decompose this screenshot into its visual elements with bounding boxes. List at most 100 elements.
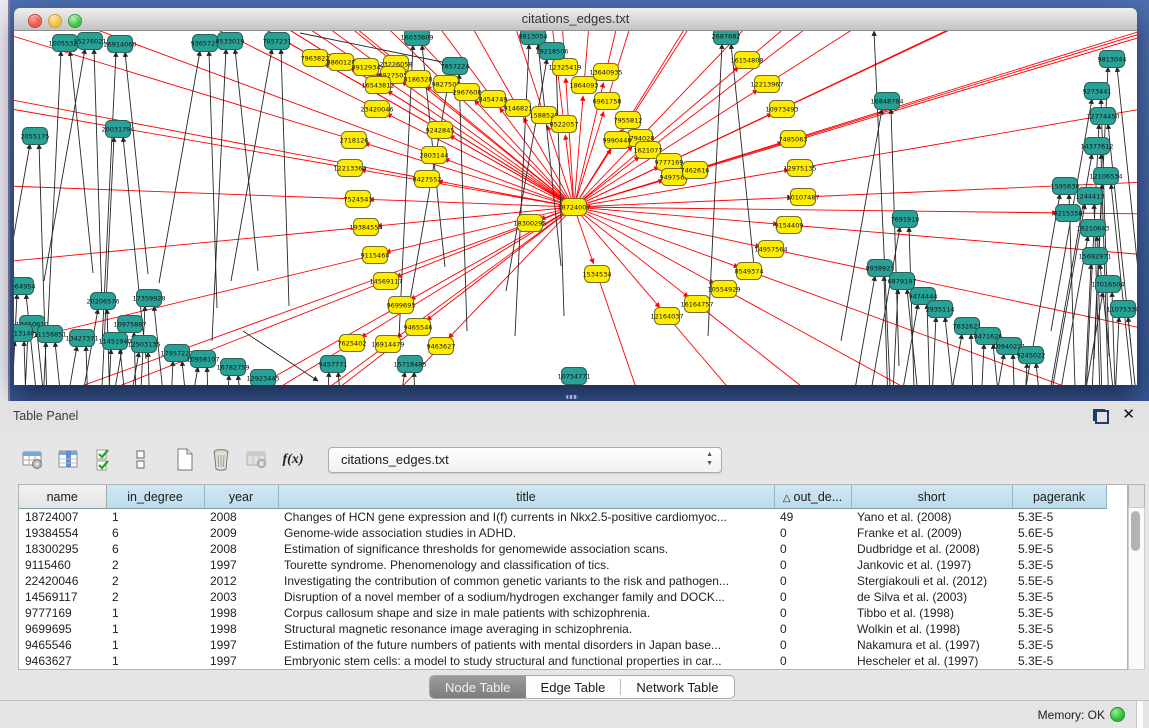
graph-node-cited[interactable]: 8522057 <box>550 116 579 133</box>
window-titlebar[interactable]: citations_edges.txt <box>14 8 1137 31</box>
graph-node[interactable]: 17359928 <box>132 290 165 307</box>
graph-node-cited[interactable]: 1864093 <box>570 77 599 94</box>
create-column-icon[interactable] <box>170 446 200 474</box>
graph-node[interactable]: 12106534 <box>1089 168 1122 185</box>
graph-node[interactable]: 16210643 <box>1076 220 1109 237</box>
graph-node-cited[interactable]: 7524541 <box>344 191 373 208</box>
graph-node[interactable]: 16848784 <box>870 93 903 110</box>
graph-node-cited[interactable]: 16543812 <box>361 77 394 94</box>
graph-node-cited[interactable]: 12325419 <box>548 59 581 76</box>
tab-edge-table[interactable]: Edge Table <box>526 676 621 698</box>
graph-node-cited[interactable]: 8549374 <box>735 263 764 280</box>
graph-node[interactable]: 7857224 <box>441 58 470 75</box>
graph-node-cited[interactable]: 8912934 <box>352 59 381 76</box>
scrollbar-thumb[interactable] <box>1131 511 1140 551</box>
graph-node-cited[interactable]: 12213364 <box>333 160 366 177</box>
graph-node[interactable]: 11075330 <box>1106 301 1137 318</box>
delete-table-icon[interactable] <box>242 446 272 474</box>
graph-node-cited[interactable]: 19384554 <box>349 219 382 236</box>
graph-node-hub[interactable]: 18724007 <box>557 199 590 216</box>
graph-node[interactable]: 8215358 <box>1054 205 1083 222</box>
graph-node-cited[interactable]: 9463627 <box>427 338 456 355</box>
graph-node-cited[interactable]: 16154808 <box>730 52 763 69</box>
graph-node-cited[interactable]: 9990448 <box>603 132 632 149</box>
graph-node-cited[interactable]: 2803144 <box>420 147 449 164</box>
graph-node-cited[interactable]: 13640935 <box>589 64 622 81</box>
close-panel-icon[interactable]: ✕ <box>1122 406 1135 424</box>
graph-node-cited[interactable]: 12213967 <box>750 76 783 93</box>
graph-node-cited[interactable]: 14569117 <box>369 273 402 290</box>
graph-node[interactable]: 7857231 <box>263 33 292 50</box>
graph-node-cited[interactable]: 6961758 <box>593 93 622 110</box>
graph-node-cited[interactable]: 9777169 <box>655 154 684 171</box>
graph-node[interactable]: 8533019 <box>216 33 245 50</box>
column-header-short[interactable]: short <box>851 485 1012 509</box>
graph-node-cited[interactable]: 9699695 <box>387 297 416 314</box>
column-header-out-degree[interactable]: △out_de... <box>774 485 851 509</box>
column-header-in-degree[interactable]: in_degree <box>106 485 204 509</box>
column-header-year[interactable]: year <box>204 485 278 509</box>
graph-node[interactable]: 13427371 <box>65 330 98 347</box>
column-header-pagerank[interactable]: pagerank <box>1012 485 1106 509</box>
graph-node-cited[interactable]: 12164037 <box>650 308 683 325</box>
graph-node[interactable]: 9813044 <box>1098 51 1127 68</box>
graph-node[interactable]: 12503135 <box>127 336 160 353</box>
graph-node-cited[interactable]: 18300295 <box>513 215 546 232</box>
graph-node[interactable]: 20031794 <box>101 121 134 138</box>
graph-node-cited[interactable]: 1534534 <box>583 266 612 283</box>
table-row[interactable]: 946554611997Estimation of the future num… <box>19 637 1125 653</box>
show-columns-icon[interactable] <box>54 446 84 474</box>
delete-column-icon[interactable] <box>206 446 236 474</box>
graph-node-cited[interactable]: 10973493 <box>765 101 798 118</box>
graph-node-cited[interactable]: 9465546 <box>404 319 433 336</box>
graph-node[interactable]: 10754771 <box>557 368 590 385</box>
graph-node[interactable]: 26914060 <box>103 36 136 53</box>
graph-node-cited[interactable]: 10107487 <box>786 189 819 206</box>
graph-node[interactable]: 3913140 <box>14 325 34 342</box>
graph-node[interactable]: 19218506 <box>535 43 568 60</box>
table-row[interactable]: 2242004622012Investigating the contribut… <box>19 573 1125 589</box>
table-row[interactable]: 1872400712008Changes of HCN gene express… <box>19 509 1125 526</box>
graph-node[interactable]: 9245022 <box>1017 347 1046 364</box>
panel-splitter[interactable] <box>0 393 1149 401</box>
graph-node[interactable]: 6879197 <box>888 273 917 290</box>
graph-node[interactable]: 15718485 <box>393 356 426 373</box>
graph-node[interactable]: 14377612 <box>1080 138 1113 155</box>
graph-node[interactable]: 17016504 <box>1091 276 1124 293</box>
graph-node-cited[interactable]: 12975135 <box>783 160 816 177</box>
graph-node-cited[interactable]: 16914479 <box>371 336 404 353</box>
table-settings-icon[interactable] <box>18 446 48 474</box>
graph-node[interactable]: 2687682 <box>712 31 741 45</box>
network-canvas[interactable]: 7963822886012889129342322605898275058186… <box>14 31 1137 385</box>
graph-node-cited[interactable]: 9154409 <box>775 217 804 234</box>
graph-node[interactable]: 1595838 <box>1051 178 1080 195</box>
graph-node[interactable]: 12774450 <box>1086 108 1119 125</box>
graph-node[interactable]: 2055175 <box>21 128 50 145</box>
table-row[interactable]: 946362711997Embryonic stem cells: a mode… <box>19 653 1125 669</box>
graph-node-cited[interactable]: 14957564 <box>754 241 787 258</box>
graph-node[interactable]: 16033809 <box>400 31 433 46</box>
graph-node[interactable]: 7691910 <box>891 211 920 228</box>
graph-node-cited[interactable]: 2967608 <box>453 84 482 101</box>
graph-node-cited[interactable]: 23420046 <box>360 101 393 118</box>
graph-node[interactable]: 20206576 <box>86 293 119 310</box>
graph-node[interactable]: 9457771 <box>319 356 348 373</box>
function-builder-icon[interactable]: f(x) <box>278 446 308 474</box>
table-row[interactable]: 969969511998Structural magnetic resonanc… <box>19 621 1125 637</box>
graph-node[interactable]: 10958107 <box>186 351 219 368</box>
column-header-name[interactable]: name <box>19 485 106 509</box>
float-panel-icon[interactable] <box>1095 410 1109 424</box>
graph-node-cited[interactable]: 9115460 <box>361 247 390 264</box>
graph-node-cited[interactable]: 9242845 <box>426 122 455 139</box>
table-row[interactable]: 1456911722003Disruption of a novel membe… <box>19 589 1125 605</box>
graph-node-cited[interactable]: 16164757 <box>680 296 713 313</box>
graph-node[interactable]: 2064954 <box>14 278 35 295</box>
splitter-handle-icon[interactable] <box>566 395 578 399</box>
graph-node[interactable]: 11156851 <box>33 326 66 343</box>
graph-node-cited[interactable]: 9146821 <box>504 100 533 117</box>
graph-node[interactable]: 16782759 <box>216 359 249 376</box>
graph-node[interactable]: 1244413 <box>1076 188 1105 205</box>
table-row[interactable]: 977716911998Corpus callosum shape and si… <box>19 605 1125 621</box>
graph-node[interactable]: 10975887 <box>113 316 146 333</box>
table-vertical-scrollbar[interactable] <box>1128 507 1145 670</box>
